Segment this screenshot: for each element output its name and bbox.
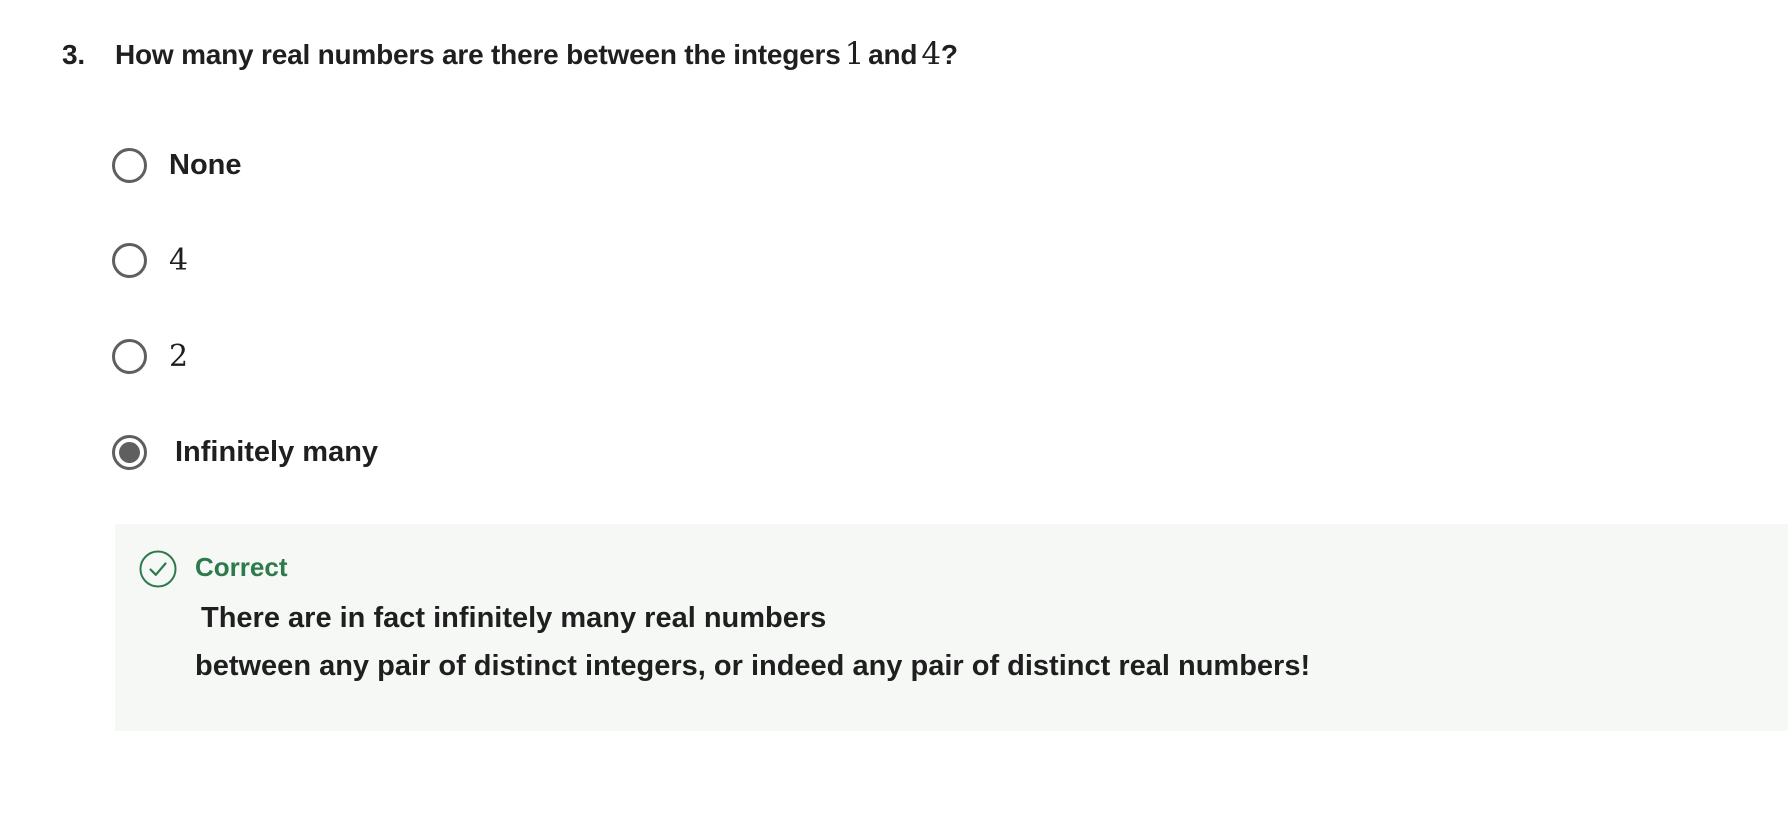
option-none[interactable]: None <box>112 143 242 187</box>
option-2[interactable]: 2 <box>112 334 188 378</box>
check-circle-icon <box>139 550 177 588</box>
feedback-explanation: There are in fact infinitely many real n… <box>195 594 1310 690</box>
option-label: 2 <box>169 338 189 374</box>
radio-button[interactable] <box>112 338 147 374</box>
feedback-panel: Correct There are in fact infinitely man… <box>115 524 1788 731</box>
option-4[interactable]: 4 <box>112 238 188 282</box>
explanation-line-2: between any pair of distinct integers, o… <box>195 650 1311 682</box>
option-label: None <box>169 148 242 181</box>
question-text-after: ? <box>940 39 958 70</box>
radio-button[interactable] <box>112 147 147 183</box>
question-number: 3. <box>62 39 85 70</box>
feedback-status: Correct <box>195 552 288 582</box>
question-text-middle: and <box>868 39 918 70</box>
option-infinitely-many[interactable]: Infinitely many <box>112 430 378 474</box>
radio-button-selected[interactable] <box>112 434 147 470</box>
math-integer-a: 1 <box>844 36 865 72</box>
explanation-line-1: There are in fact infinitely many real n… <box>201 602 827 634</box>
math-integer-b: 4 <box>921 36 941 72</box>
option-label: 4 <box>169 242 189 278</box>
option-label: Infinitely many <box>175 435 379 468</box>
question-text-before: How many real numbers are there between … <box>115 39 841 70</box>
radio-button[interactable] <box>112 242 147 278</box>
question-prompt: 3. How many real numbers are there betwe… <box>62 36 958 72</box>
